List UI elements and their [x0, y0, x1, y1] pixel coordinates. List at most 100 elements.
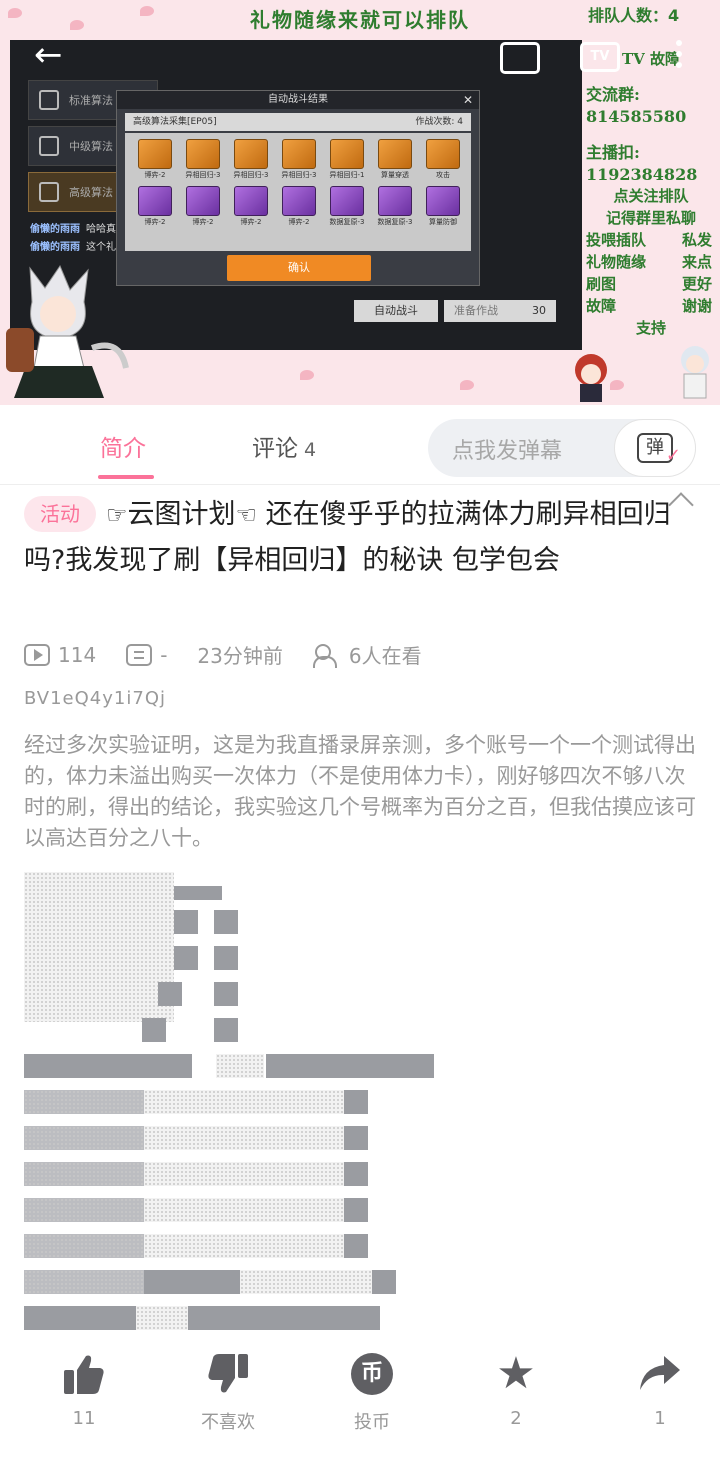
reward-item: 攻击 — [423, 139, 463, 180]
art-dotted-area — [144, 1198, 344, 1222]
action-bar: 11 不喜欢 币 投币 ★ 2 1 — [0, 1350, 720, 1450]
reward-item-icon — [234, 139, 268, 169]
side-line: 支持 — [635, 320, 666, 337]
reward-item: 博弈-2 — [279, 186, 319, 227]
reward-item: 数据复原-3 — [375, 186, 415, 227]
reward-item-label: 异相回归-3 — [281, 171, 317, 179]
tab-bar: 简介 评论 4 点我发弹幕 弹 ✓ — [0, 405, 720, 485]
favorite-button[interactable]: ★ 2 — [456, 1350, 576, 1450]
host-number: 1192384828 — [586, 165, 698, 184]
reward-item-icon — [186, 186, 220, 216]
like-button[interactable]: 11 — [24, 1350, 144, 1450]
art-block — [142, 1018, 166, 1042]
battle-result-dialog: 自动战斗结果 ✕ 高级算法采集[EP05] 作战次数: 4 博弈-2 异相回归-3… — [116, 90, 480, 286]
side-line: 投喂插队 私发 — [586, 230, 716, 252]
reward-item: 算量穿透 — [375, 139, 415, 180]
art-block — [214, 910, 238, 934]
reward-item-icon — [378, 139, 412, 169]
side-text: 刷图 — [586, 276, 617, 293]
tab-comments[interactable]: 评论 4 — [252, 429, 316, 463]
more-vertical-icon[interactable] — [674, 40, 684, 73]
art-block — [158, 982, 182, 1006]
reward-grid: 博弈-2 异相回归-3 异相回归-3 异相回归-3 异相回归-1 算量穿透 攻击 博弈-2 博… — [125, 133, 471, 251]
pointing-hand-right-icon: ☞ — [106, 501, 128, 529]
video-title: 活动 ☞云图计划☜ 还在傻乎乎的拉满体力刷异相回归吗?我发现了刷【异相回归】的秘诀… — [24, 492, 696, 584]
title-text-1: 云图计划 — [127, 499, 236, 530]
side-line: 记得群里私聊 — [605, 210, 696, 227]
art-dotted-area — [136, 1306, 188, 1330]
reward-item-label: 算量防御 — [429, 218, 457, 226]
reward-item-icon — [426, 186, 460, 216]
reward-item-icon — [138, 186, 172, 216]
close-icon: ✕ — [462, 93, 473, 107]
art-dotted-area — [24, 1126, 144, 1150]
danmaku-placeholder: 点我发弹幕 — [452, 439, 563, 464]
publish-time: 23分钟前 — [197, 644, 283, 668]
reward-item: 算量防御 — [423, 186, 463, 227]
danmaku-icon-glyph: 弹 — [646, 437, 664, 458]
art-dotted-area — [24, 1162, 144, 1186]
reward-item-label: 博弈-2 — [192, 218, 214, 226]
game-menu-label: 标准算法 — [69, 94, 113, 107]
stream-side-panel: TV 故障 交流群: 814585580 主播扣: 1192384828 点关注… — [586, 48, 716, 340]
art-dotted-area — [144, 1162, 344, 1186]
coin-button[interactable]: 币 投币 — [312, 1350, 432, 1450]
dislike-label: 不喜欢 — [201, 1412, 255, 1433]
tab-intro[interactable]: 简介 — [100, 429, 146, 463]
reward-item-label: 博弈-2 — [288, 218, 310, 226]
reward-item: 异相回归-1 — [327, 139, 367, 180]
back-arrow-icon[interactable]: ← — [34, 38, 63, 72]
art-dotted-area — [24, 1198, 144, 1222]
art-dotted-area — [24, 872, 174, 1022]
art-block — [174, 910, 198, 934]
reward-item-label: 异相回归-1 — [329, 171, 365, 179]
art-block — [214, 982, 238, 1006]
share-button[interactable]: 1 — [600, 1350, 720, 1450]
side-text: 来点 — [681, 254, 712, 271]
danmu-count-icon — [126, 643, 153, 666]
reward-item: 博弈-2 — [183, 186, 223, 227]
side-line: 故障 谢谢 — [586, 296, 716, 318]
reward-item-icon — [282, 186, 316, 216]
art-block — [266, 1054, 434, 1078]
reward-item: 异相回归-3 — [279, 139, 319, 180]
play-count-icon — [24, 643, 50, 666]
screen-cast-icon[interactable] — [500, 42, 540, 74]
video-stats: 114 - 23分钟前 6人在看 — [24, 640, 422, 669]
grid-icon — [39, 90, 59, 110]
art-block — [24, 1306, 136, 1330]
group-number: 814585580 — [586, 107, 687, 126]
side-text: 故障 — [586, 298, 617, 315]
petal-decoration — [300, 370, 314, 380]
reward-item: 博弈-2 — [231, 186, 271, 227]
like-count: 11 — [72, 1408, 96, 1429]
stream-banner: 礼物随缘来就可以排队 — [250, 8, 470, 32]
danmaku-icon: 弹 ✓ — [637, 433, 681, 466]
reward-item-icon — [282, 139, 316, 169]
danmaku-input[interactable]: 点我发弹幕 弹 ✓ — [428, 419, 696, 477]
chibi-character — [681, 346, 709, 399]
video-player[interactable]: 礼物随缘来就可以排队 排队人数：4 TV 故障 交流群: 814585580 主… — [0, 0, 720, 405]
confirm-button: 确认 — [227, 255, 371, 281]
art-block — [344, 1198, 368, 1222]
art-dotted-area — [144, 1090, 344, 1114]
art-block — [144, 1270, 240, 1294]
dislike-button[interactable]: 不喜欢 — [168, 1350, 288, 1450]
art-dotted-area — [24, 1270, 144, 1294]
danmaku-toggle-button[interactable]: 弹 ✓ — [614, 419, 696, 477]
watching-count: 6人在看 — [348, 644, 422, 668]
reward-item-label: 异相回归-3 — [185, 171, 221, 179]
ready-cost: 30 — [532, 304, 546, 317]
petal-decoration — [8, 8, 22, 18]
side-text: 礼物随缘 — [586, 254, 647, 271]
game-menu-label: 中级算法 — [69, 140, 113, 153]
art-dotted-area — [216, 1054, 264, 1078]
reward-item-icon — [378, 186, 412, 216]
activity-badge[interactable]: 活动 — [24, 496, 96, 532]
side-line: 点关注排队 — [613, 188, 689, 205]
reward-item: 异相回归-3 — [231, 139, 271, 180]
tv-icon[interactable]: TV — [580, 42, 620, 72]
share-arrow-icon — [600, 1350, 720, 1398]
art-block — [344, 1126, 368, 1150]
reward-item-label: 博弈-2 — [144, 218, 166, 226]
